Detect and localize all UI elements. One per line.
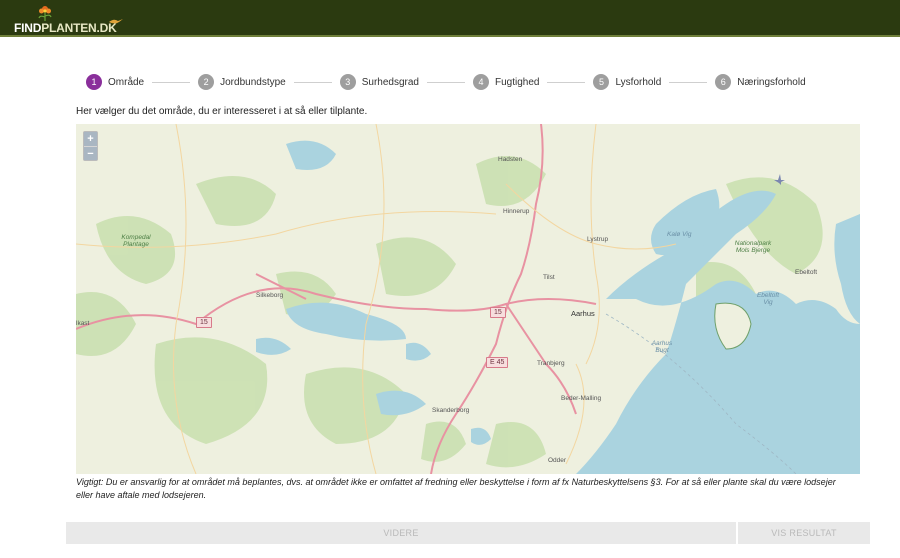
legal-notice: Vigtigt: Du er ansvarlig for at området … (76, 477, 836, 500)
step-connector (152, 81, 191, 83)
step-number: 5 (593, 74, 610, 90)
road-badge-e45: E 45 (486, 357, 509, 368)
step-number: 4 (473, 74, 489, 90)
map-label-ebeltoft-vig: Ebeltoft Vig (756, 292, 780, 306)
step-5-lysforhold[interactable]: 5 Lysforhold (593, 74, 661, 90)
step-label: Lysforhold (615, 76, 662, 88)
map-label-hinnerup: Hinnerup (503, 208, 530, 215)
next-button[interactable]: VIDERE (66, 522, 736, 544)
map-label-ebeltoft: Ebeltoft (795, 269, 818, 276)
step-1-omrade[interactable]: 1 Område (86, 74, 144, 90)
step-connector (669, 81, 708, 83)
zoom-in-button[interactable]: + (84, 132, 97, 146)
step-4-fugtighed[interactable]: 4 Fugtighed (473, 74, 539, 90)
step-number: 6 (715, 74, 732, 90)
step-number: 1 (86, 74, 102, 90)
road-badge-15: 15 (196, 317, 212, 328)
flower-logo-icon (38, 6, 52, 21)
step-connector (547, 81, 586, 83)
step-label: Fugtighed (495, 76, 540, 88)
logo-planten: PLANTEN.DK (41, 21, 117, 35)
intro-text: Her vælger du det område, du er interess… (76, 106, 368, 117)
step-number: 2 (198, 74, 215, 90)
zoom-controls: + − (83, 131, 98, 161)
step-connector (293, 81, 332, 83)
map-label-aarhus: Aarhus (571, 309, 595, 318)
step-2-jordbundstype[interactable]: 2 Jordbundstype (198, 74, 286, 90)
map-label-kalo-vig: Kalø Vig (667, 231, 692, 238)
step-label: Område (108, 76, 145, 88)
map-label-odder: Odder (548, 457, 567, 464)
map-label-tranbjerg: Tranbjerg (537, 360, 565, 367)
step-6-naeringsforhold[interactable]: 6 Næringsforhold (715, 74, 806, 90)
bird-logo-icon (109, 19, 123, 24)
map-label-aarhus-bugt: Aarhus Bugt (651, 340, 673, 354)
map-label-silkeborg: Silkeborg (256, 292, 284, 299)
step-label: Jordbundstype (220, 76, 286, 88)
map-label-beder-malling: Beder-Malling (561, 395, 602, 402)
map-label-kompedal: Kompedal Plantage (121, 234, 151, 248)
map-label-tilst: Tilst (543, 274, 555, 281)
step-number: 3 (339, 74, 356, 90)
site-logo[interactable]: FINDPLANTEN.DK (14, 3, 123, 35)
step-label: Næringsforhold (737, 76, 806, 88)
step-label: Surhedsgrad (361, 76, 419, 88)
logo-find: FIND (14, 21, 42, 35)
map-label-lystrup: Lystrup (587, 236, 609, 243)
show-result-button[interactable]: VIS RESULTAT (738, 522, 870, 544)
map-label-kast: lkast (76, 320, 90, 327)
map-label-skanderborg: Skanderborg (432, 407, 470, 414)
top-bar: FINDPLANTEN.DK (0, 0, 900, 37)
map-tiles (76, 124, 860, 474)
logo-text: FINDPLANTEN.DK (14, 21, 117, 35)
zoom-out-button[interactable]: − (84, 146, 97, 160)
step-connector (427, 81, 465, 83)
road-badge-15: 15 (490, 307, 506, 318)
step-indicator: 1 Område 2 Jordbundstype 3 Surhedsgrad 4… (86, 73, 806, 91)
step-3-surhedsgrad[interactable]: 3 Surhedsgrad (339, 74, 419, 90)
map-label-nationalpark: Nationalpark Mols Bjerge (734, 240, 772, 254)
map-label-hadsten: Hadsten (498, 156, 523, 163)
area-map[interactable]: + − Hadsten Hinnerup Lystrup Tilst Aarhu… (76, 124, 860, 474)
